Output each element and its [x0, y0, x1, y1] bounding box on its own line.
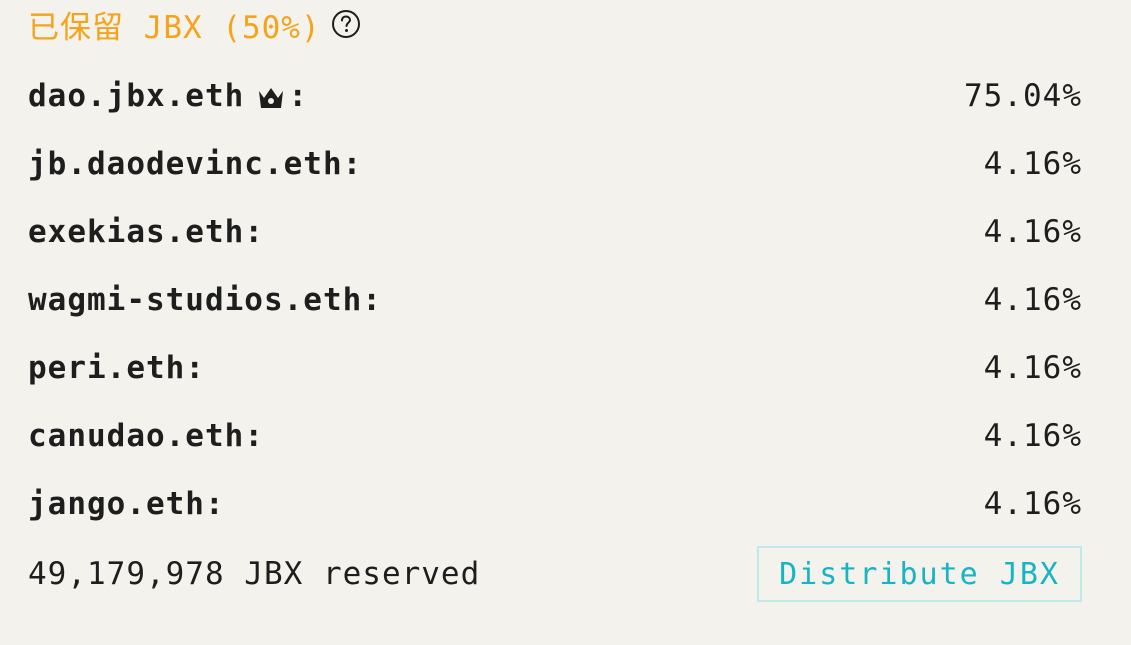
- split-percent: 4.16%: [983, 418, 1082, 454]
- colon: :: [288, 78, 308, 114]
- colon: :: [342, 146, 363, 182]
- distribute-button[interactable]: Distribute JBX: [757, 546, 1082, 602]
- split-percent: 75.04%: [964, 78, 1082, 114]
- colon: :: [204, 486, 225, 522]
- split-recipient[interactable]: jango.eth:: [28, 486, 225, 522]
- reserved-tokens-panel: 已保留 JBX (50%) dao.jbx.eth : 75.04% jb.da…: [0, 0, 1131, 645]
- split-percent: 4.16%: [983, 282, 1082, 318]
- split-percent: 4.16%: [983, 486, 1082, 522]
- split-recipient-name[interactable]: canudao.eth: [28, 418, 244, 454]
- colon: :: [244, 214, 264, 250]
- split-list: dao.jbx.eth : 75.04% jb.daodevinc.eth: 4…: [28, 62, 1082, 538]
- split-recipient[interactable]: wagmi-studios.eth:: [28, 282, 382, 318]
- split-row: dao.jbx.eth : 75.04%: [28, 62, 1082, 130]
- split-recipient-name[interactable]: dao.jbx.eth: [28, 78, 244, 114]
- split-row: jango.eth: 4.16%: [28, 470, 1082, 538]
- split-recipient-name[interactable]: jango.eth: [28, 486, 205, 522]
- split-recipient[interactable]: dao.jbx.eth :: [28, 78, 308, 114]
- section-title: 已保留 JBX (50%): [28, 9, 321, 46]
- split-percent: 4.16%: [983, 350, 1082, 386]
- colon: :: [362, 282, 382, 318]
- colon: :: [185, 350, 205, 386]
- split-recipient-name[interactable]: peri.eth: [28, 350, 185, 386]
- split-recipient[interactable]: peri.eth:: [28, 350, 205, 386]
- question-circle-icon[interactable]: [331, 9, 361, 39]
- split-row: canudao.eth: 4.16%: [28, 402, 1082, 470]
- colon: :: [244, 418, 264, 454]
- split-recipient-name[interactable]: jb.daodevinc.eth: [28, 146, 343, 182]
- split-recipient[interactable]: exekias.eth:: [28, 214, 264, 250]
- split-percent: 4.16%: [983, 214, 1082, 250]
- split-recipient-name[interactable]: exekias.eth: [28, 214, 244, 250]
- split-row: exekias.eth: 4.16%: [28, 198, 1082, 266]
- reserved-footer: 49,179,978 JBX reserved Distribute JBX: [28, 544, 1082, 604]
- split-percent: 4.16%: [983, 146, 1082, 182]
- split-recipient-name[interactable]: wagmi-studios.eth: [28, 282, 362, 318]
- split-row: peri.eth: 4.16%: [28, 334, 1082, 402]
- crown-icon: [256, 83, 286, 109]
- reserved-amount: 49,179,978 JBX reserved: [28, 556, 481, 592]
- split-row: wagmi-studios.eth: 4.16%: [28, 266, 1082, 334]
- split-recipient[interactable]: canudao.eth:: [28, 418, 264, 454]
- split-recipient[interactable]: jb.daodevinc.eth:: [28, 146, 362, 182]
- split-row: jb.daodevinc.eth: 4.16%: [28, 130, 1082, 198]
- section-header: 已保留 JBX (50%): [28, 2, 361, 46]
